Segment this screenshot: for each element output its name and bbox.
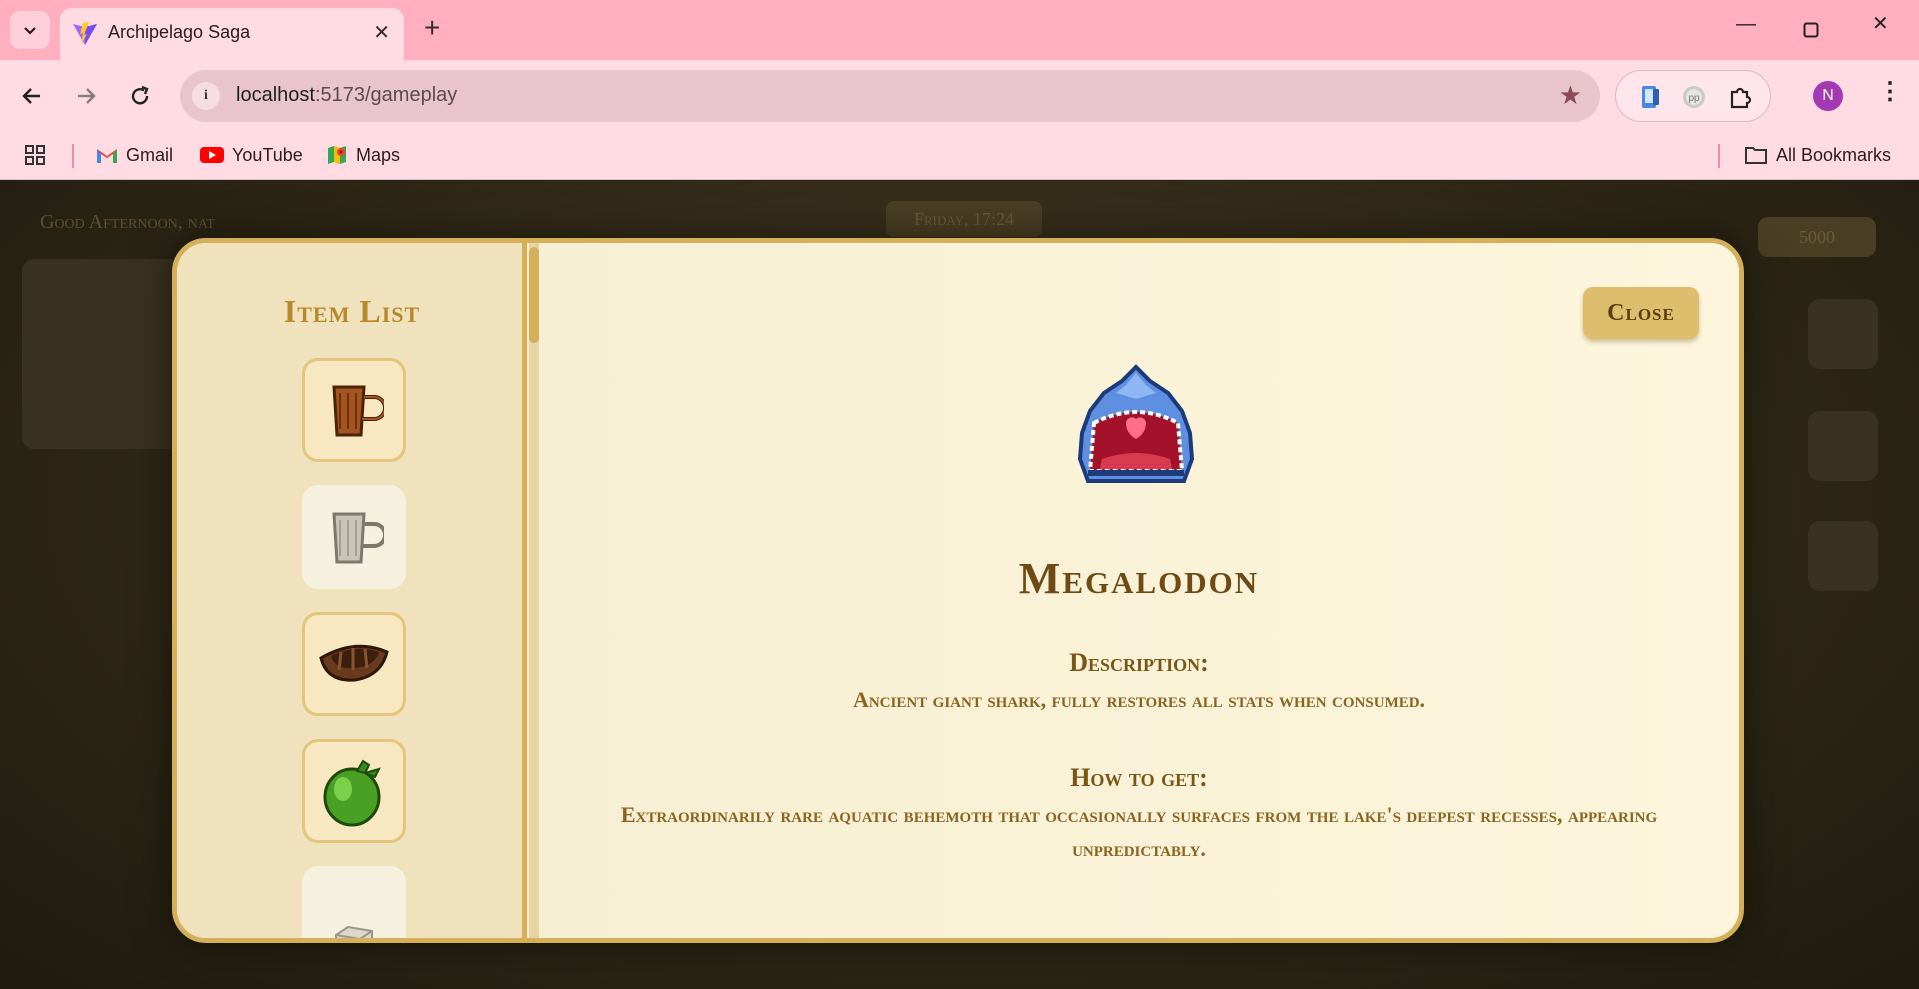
item-detail-panel: Close Megalodon Description: Ancient gia… — [539, 243, 1739, 938]
item-slot-coconut[interactable] — [302, 739, 406, 843]
wooden-mug-icon — [332, 385, 384, 437]
reload-button[interactable] — [124, 80, 156, 112]
pp-extension-icon[interactable]: pp — [1680, 83, 1708, 111]
close-window-icon[interactable]: ✕ — [1872, 14, 1889, 34]
bookmark-label: Gmail — [126, 144, 174, 165]
phone-extension-icon[interactable] — [1636, 83, 1664, 111]
stats-panel — [22, 259, 182, 449]
arrow-left-icon — [22, 88, 40, 104]
profile-avatar[interactable]: N — [1813, 81, 1843, 111]
youtube-icon — [200, 147, 224, 163]
greeting-text: Good Afternoon, nat — [40, 211, 216, 233]
bookmarks-bar: Gmail YouTube Maps All Bookmarks — [0, 134, 1919, 180]
megalodon-icon — [1077, 364, 1195, 483]
item-detail-modal: Item List Close Megalodon Description: A… — [172, 238, 1744, 943]
description-label: Description: — [1069, 648, 1209, 677]
puzzle-extensions-icon[interactable] — [1726, 83, 1754, 111]
vite-logo-icon — [73, 22, 97, 45]
item-name: Megalodon — [1018, 554, 1260, 603]
reload-icon — [131, 85, 149, 105]
item-list-scroll-thumb[interactable] — [529, 247, 539, 343]
gold-counter: 5000 — [1758, 217, 1876, 257]
description-text: Ancient giant shark, fully restores all … — [852, 687, 1426, 712]
bookmark-maps[interactable]: Maps — [326, 140, 400, 170]
close-tab-icon[interactable]: ✕ — [373, 20, 390, 45]
tools-button[interactable] — [1808, 411, 1878, 481]
add-button[interactable] — [1808, 521, 1878, 591]
apps-button[interactable] — [24, 140, 46, 170]
inventory-button[interactable] — [1808, 299, 1878, 369]
site-info-icon[interactable]: i — [192, 82, 220, 110]
bookmark-separator — [72, 144, 74, 168]
how-to-get-text: Extraordinarily rare aquatic behemoth th… — [620, 802, 1658, 861]
gmail-icon — [97, 149, 117, 163]
item-list-title: Item List — [283, 293, 421, 329]
folder-icon — [1745, 147, 1767, 164]
tab-search-button[interactable] — [10, 11, 50, 49]
coconut-icon — [323, 759, 381, 827]
all-bookmarks-label: All Bookmarks — [1776, 144, 1892, 165]
close-button[interactable]: Close — [1583, 287, 1699, 339]
bookmark-separator — [1718, 144, 1720, 168]
minimize-icon[interactable]: — — [1736, 14, 1756, 34]
item-list-panel: Item List — [177, 243, 527, 938]
maximize-icon[interactable] — [1803, 22, 1819, 38]
all-bookmarks-button[interactable]: All Bookmarks — [1744, 140, 1891, 170]
more-menu-icon[interactable]: ⋮ — [1878, 80, 1902, 104]
apps-grid-icon — [25, 145, 45, 165]
browser-tab[interactable]: Archipelago Saga ✕ — [60, 8, 404, 60]
tab-title: Archipelago Saga — [108, 22, 251, 42]
url-path: :5173/gameplay — [314, 84, 458, 106]
address-bar[interactable]: i localhost:5173/gameplay ★ — [180, 70, 1600, 122]
back-button[interactable] — [16, 80, 48, 112]
url-text[interactable]: localhost:5173/gameplay — [236, 84, 457, 107]
bookmark-star-icon[interactable]: ★ — [1559, 82, 1582, 108]
how-to-get-label: How to get: — [1070, 763, 1208, 792]
bookmark-youtube[interactable]: YouTube — [200, 140, 303, 170]
stone-block-icon — [335, 925, 373, 938]
browser-toolbar: i localhost:5173/gameplay ★ pp N ⋮ — [0, 60, 1919, 134]
bookmark-label: YouTube — [232, 144, 303, 165]
bookmark-gmail[interactable]: Gmail — [96, 140, 173, 170]
browser-tab-bar: Archipelago Saga ✕ + — ✕ — [0, 0, 1919, 60]
date-badge: Friday, 17:24 — [886, 201, 1042, 237]
bookmark-label: Maps — [356, 144, 401, 165]
silver-mug-icon — [332, 512, 384, 564]
maps-icon — [328, 146, 346, 164]
extensions-area: pp — [1615, 70, 1771, 122]
svg-text:pp: pp — [1688, 93, 1700, 104]
item-slot-wooden-boat[interactable] — [302, 612, 406, 716]
item-slot-stone-block[interactable] — [302, 866, 406, 938]
chevron-down-icon — [24, 27, 36, 35]
url-host: localhost — [236, 84, 315, 106]
forward-button[interactable] — [70, 80, 102, 112]
item-slot-silver-mug[interactable] — [302, 485, 406, 589]
item-list-scrollbar[interactable] — [529, 243, 539, 938]
wooden-boat-icon — [319, 644, 389, 682]
new-tab-button[interactable]: + — [424, 14, 440, 42]
item-slot-wooden-mug[interactable] — [302, 358, 406, 462]
arrow-right-icon — [78, 88, 96, 104]
